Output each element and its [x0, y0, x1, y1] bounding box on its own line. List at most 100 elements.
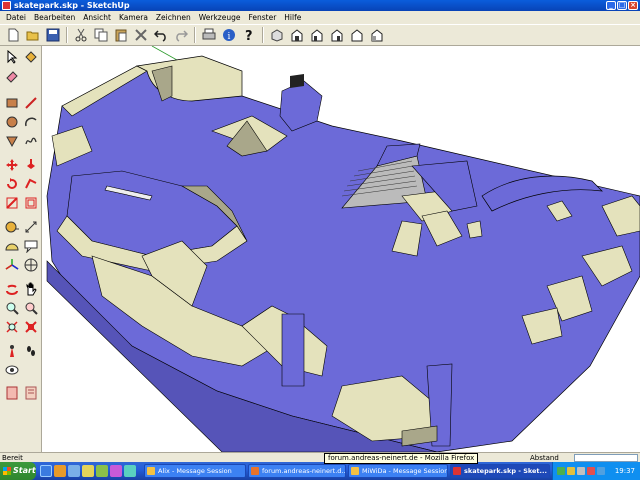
redo-icon[interactable] [172, 26, 190, 44]
right-view-icon[interactable] [328, 26, 346, 44]
position-camera-icon[interactable] [3, 342, 21, 360]
task-sketchup[interactable]: skatepark.skp - Sket... [450, 464, 550, 478]
menu-ansicht[interactable]: Ansicht [79, 11, 115, 24]
sketchup-window: skatepark.skp - SketchUp _ □ × Datei Bea… [0, 0, 640, 462]
close-button[interactable]: × [628, 1, 638, 10]
start-label: Start [13, 466, 36, 475]
cut-icon[interactable] [72, 26, 90, 44]
title-bar[interactable]: skatepark.skp - SketchUp _ □ × [0, 0, 640, 11]
new-icon[interactable] [4, 26, 22, 44]
messenger-icon [351, 467, 359, 475]
taskbar: Start Alix - Message Session forum.andre… [0, 462, 640, 480]
zoom-extents-icon[interactable] [3, 318, 21, 336]
arc-icon[interactable] [22, 113, 40, 131]
window-title: skatepark.skp - SketchUp [14, 1, 130, 10]
menu-fenster[interactable]: Fenster [244, 11, 280, 24]
task-label: skatepark.skp - Sket... [464, 467, 547, 475]
eraser-icon[interactable] [3, 67, 21, 85]
task-miwida-session[interactable]: MiWiDa - Message Session [348, 464, 448, 478]
push-pull-icon[interactable] [22, 156, 40, 174]
firefox-quicklaunch-icon[interactable] [54, 465, 66, 477]
browser-quicklaunch-icon[interactable] [68, 465, 80, 477]
measurement-input[interactable] [574, 454, 638, 462]
start-button[interactable]: Start [0, 462, 36, 480]
axes-icon[interactable] [3, 256, 21, 274]
3d-viewport[interactable] [42, 46, 640, 452]
windows-logo-icon [3, 467, 11, 475]
open-icon[interactable] [24, 26, 42, 44]
polygon-icon[interactable] [3, 132, 21, 150]
menu-bearbeiten[interactable]: Bearbeiten [30, 11, 79, 24]
orbit-icon[interactable] [3, 280, 21, 298]
main-toolbar: i ? [0, 24, 640, 46]
select-icon[interactable] [3, 48, 21, 66]
rectangle-icon[interactable] [3, 94, 21, 112]
system-clock[interactable]: 19:37 [615, 462, 635, 480]
zoom-window-icon[interactable] [22, 299, 40, 317]
system-tray: 19:37 [552, 462, 640, 480]
freehand-icon[interactable] [22, 132, 40, 150]
print-icon[interactable] [200, 26, 218, 44]
top-view-icon[interactable] [288, 26, 306, 44]
tray-security-icon[interactable] [587, 467, 595, 475]
status-bar: Bereit Abstand [0, 452, 640, 462]
zoom-icon[interactable] [3, 299, 21, 317]
pan-icon[interactable] [22, 280, 40, 298]
previous-view-icon[interactable] [22, 318, 40, 336]
maximize-button[interactable]: □ [617, 1, 627, 10]
task-label: forum.andreas-neinert.d... [262, 467, 346, 475]
task-label: MiWiDa - Message Session [362, 467, 448, 475]
menu-hilfe[interactable]: Hilfe [280, 11, 305, 24]
tool-palette [0, 46, 42, 452]
undo-icon[interactable] [152, 26, 170, 44]
3d-text-icon[interactable] [22, 256, 40, 274]
help-icon[interactable]: ? [240, 26, 258, 44]
walk-icon[interactable] [22, 342, 40, 360]
menu-datei[interactable]: Datei [2, 11, 30, 24]
erase-icon[interactable] [132, 26, 150, 44]
firefox-icon [251, 467, 259, 475]
box-rail [290, 74, 304, 88]
section-plane-icon[interactable] [3, 384, 21, 402]
taskbar-tooltip: forum.andreas-neinert.de - Mozilla Firef… [324, 453, 479, 464]
line-icon[interactable] [22, 94, 40, 112]
menu-zeichnen[interactable]: Zeichnen [152, 11, 195, 24]
copy-icon[interactable] [92, 26, 110, 44]
look-around-icon[interactable] [3, 361, 21, 379]
menu-kamera[interactable]: Kamera [115, 11, 152, 24]
tray-network-icon[interactable] [557, 467, 565, 475]
text-icon[interactable] [22, 237, 40, 255]
rotate-icon[interactable] [3, 175, 21, 193]
tray-messenger-icon[interactable] [567, 467, 575, 475]
show-desktop-icon[interactable] [40, 465, 52, 477]
task-alix-session[interactable]: Alix - Message Session [144, 464, 246, 478]
tray-update-icon[interactable] [597, 467, 605, 475]
offset-icon[interactable] [22, 194, 40, 212]
menu-werkzeuge[interactable]: Werkzeuge [195, 11, 245, 24]
front-view-icon[interactable] [308, 26, 326, 44]
svg-text:?: ? [245, 29, 253, 42]
model-info-icon[interactable]: i [220, 26, 238, 44]
move-icon[interactable] [3, 156, 21, 174]
dimension-icon[interactable] [22, 218, 40, 236]
folder-quicklaunch-icon[interactable] [82, 465, 94, 477]
task-label: Alix - Message Session [158, 467, 232, 475]
scale-icon[interactable] [3, 194, 21, 212]
tray-volume-icon[interactable] [577, 467, 585, 475]
protractor-icon[interactable] [3, 237, 21, 255]
back-view-icon[interactable] [348, 26, 366, 44]
chat-quicklaunch-icon[interactable] [124, 465, 136, 477]
circle-icon[interactable] [3, 113, 21, 131]
follow-me-icon[interactable] [22, 175, 40, 193]
media-quicklaunch-icon[interactable] [110, 465, 122, 477]
iso-view-icon[interactable] [268, 26, 286, 44]
save-icon[interactable] [44, 26, 62, 44]
task-firefox[interactable]: forum.andreas-neinert.d... [248, 464, 346, 478]
paste-icon[interactable] [112, 26, 130, 44]
component-icon[interactable] [22, 384, 40, 402]
app-quicklaunch-icon[interactable] [96, 465, 108, 477]
left-view-icon[interactable] [368, 26, 386, 44]
tape-measure-icon[interactable] [3, 218, 21, 236]
minimize-button[interactable]: _ [606, 1, 616, 10]
paint-bucket-icon[interactable] [22, 48, 40, 66]
